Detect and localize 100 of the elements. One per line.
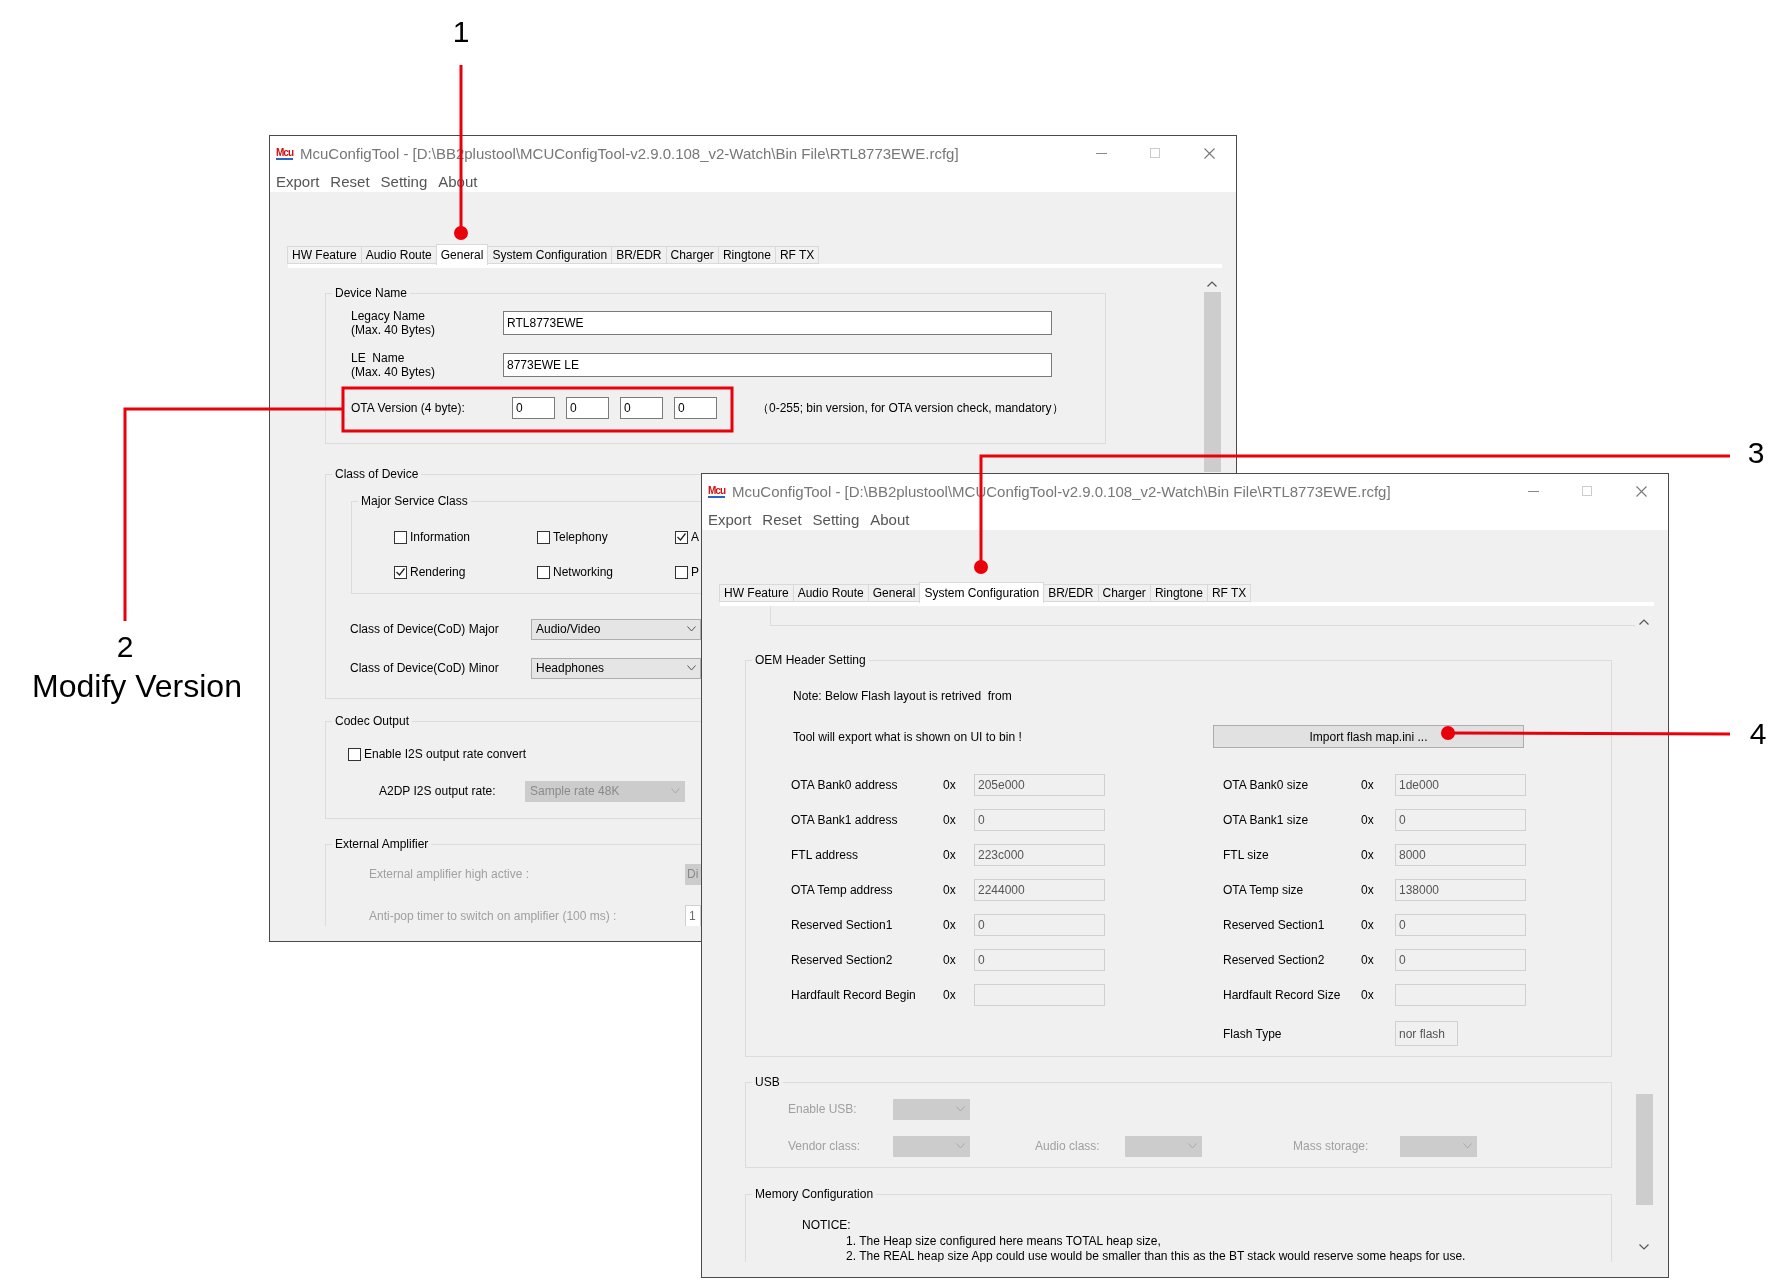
tab[interactable]: General xyxy=(867,584,921,602)
menu-item[interactable]: Setting xyxy=(380,172,428,190)
checkbox[interactable] xyxy=(394,530,407,544)
field-label: OTA Bank1 address xyxy=(791,813,899,827)
checkbox[interactable] xyxy=(348,747,361,761)
text-field[interactable]: 138000 xyxy=(1395,879,1526,901)
caret-icon xyxy=(687,665,696,671)
field-label: Flash Type xyxy=(1223,1026,1283,1041)
text-field[interactable]: 0 xyxy=(974,949,1105,971)
field-label: Reserved Section2 xyxy=(1223,953,1326,967)
text-field[interactable]: 0 xyxy=(974,809,1105,831)
field-label: OTA Version (4 byte): xyxy=(351,401,465,415)
caret-icon xyxy=(1463,1143,1472,1149)
text-field[interactable]: 0 xyxy=(974,914,1105,936)
field-label: FTL size xyxy=(1223,848,1270,862)
menu-item[interactable]: Export xyxy=(276,172,320,190)
checkbox[interactable] xyxy=(537,530,550,544)
field-label: Reserved Section1 xyxy=(1223,918,1326,932)
tab[interactable]: HW Feature xyxy=(719,584,794,602)
field-label: Class of Device(CoD) Major xyxy=(350,622,499,636)
scroll-up-icon[interactable] xyxy=(1207,281,1217,287)
callout-number: 4 xyxy=(1749,719,1767,749)
note-text: Tool will export what is shown on UI to bin ! xyxy=(793,729,1022,744)
tab[interactable]: General xyxy=(435,244,489,265)
tab[interactable]: Ringtone xyxy=(717,246,776,264)
text-field[interactable]: 0 xyxy=(620,397,663,419)
text-field[interactable]: RTL8773EWE xyxy=(503,311,1052,335)
group-title: Major Service Class xyxy=(360,494,469,508)
close-icon[interactable] xyxy=(1203,147,1215,159)
tab[interactable]: Charger xyxy=(665,246,719,264)
group-title: Memory Configuration xyxy=(754,1187,875,1201)
tab[interactable]: BR/EDR xyxy=(611,246,667,264)
callout-number: 1 xyxy=(452,17,470,47)
field-label: Vendor class: xyxy=(788,1139,862,1153)
menu-item[interactable]: Export xyxy=(708,510,752,528)
scroll-up-icon[interactable] xyxy=(1639,619,1649,625)
text-field[interactable]: 0 xyxy=(1395,949,1526,971)
menu-item[interactable]: Reset xyxy=(330,172,370,190)
callout-number: 3 xyxy=(1747,438,1765,468)
hex-prefix: 0x xyxy=(1361,778,1375,792)
tab[interactable]: System Configuration xyxy=(919,582,1045,603)
tab[interactable]: Charger xyxy=(1097,584,1151,602)
text-field[interactable]: 205e000 xyxy=(974,774,1105,796)
scrollbar-thumb[interactable] xyxy=(1636,1094,1653,1205)
field-label: OTA Bank0 address xyxy=(791,778,899,792)
menu-item[interactable]: Setting xyxy=(812,510,860,528)
field-label: Hardfault Record Begin xyxy=(791,988,917,1002)
import-button[interactable]: Import flash map.ini ... xyxy=(1213,725,1524,748)
caret-icon xyxy=(687,626,696,632)
field-label: Anti-pop timer to switch on amplifier (100 ms) : xyxy=(369,909,617,923)
note-text: Note: Below Flash layout is retrived from xyxy=(793,689,1012,703)
checkbox-label: Enable I2S output rate convert xyxy=(364,747,527,761)
field-label: A2DP I2S output rate: xyxy=(379,784,496,798)
tab[interactable]: BR/EDR xyxy=(1043,584,1099,602)
tab[interactable]: Ringtone xyxy=(1149,584,1208,602)
callout-number: 2 xyxy=(116,632,134,662)
tab[interactable]: Audio Route xyxy=(360,246,437,264)
minimize-icon[interactable] xyxy=(1527,490,1539,492)
group-title: Device Name xyxy=(334,286,409,300)
text-field[interactable] xyxy=(1395,984,1526,1006)
text-field[interactable]: 2244000 xyxy=(974,879,1105,901)
scrollbar-thumb[interactable] xyxy=(1204,292,1221,472)
checkbox[interactable] xyxy=(537,565,550,579)
menu-item[interactable]: Reset xyxy=(762,510,802,528)
tab[interactable]: Audio Route xyxy=(792,584,869,602)
tab[interactable]: RF TX xyxy=(774,246,820,264)
field-label: LE Name (Max. 40 Bytes) xyxy=(351,351,436,379)
text-field[interactable]: 223c000 xyxy=(974,844,1105,866)
text-field[interactable]: 0 xyxy=(674,397,717,419)
text-field[interactable]: 0 xyxy=(566,397,609,419)
checkbox[interactable] xyxy=(675,530,688,544)
dropdown[interactable]: Headphones xyxy=(531,657,701,679)
checkbox-label: Rendering xyxy=(410,565,466,579)
text-field[interactable]: 1de000 xyxy=(1395,774,1526,796)
checkbox[interactable] xyxy=(394,565,407,579)
field-label: Hardfault Record Size xyxy=(1223,988,1342,1002)
caret-icon xyxy=(956,1106,965,1112)
scroll-down-icon[interactable] xyxy=(1639,1244,1649,1250)
dropdown[interactable]: Audio/Video xyxy=(531,618,701,640)
checkbox-label: Networking xyxy=(553,565,614,579)
text-field[interactable]: nor flash xyxy=(1395,1021,1458,1046)
field-label: OTA Temp address xyxy=(791,883,894,897)
minimize-icon[interactable] xyxy=(1095,152,1107,154)
text-field[interactable]: 8000 xyxy=(1395,844,1526,866)
tab[interactable]: RF TX xyxy=(1206,584,1252,602)
text-field[interactable]: 8773EWE LE xyxy=(503,353,1052,377)
close-icon[interactable] xyxy=(1635,485,1647,497)
checkbox-label: A xyxy=(691,530,699,544)
menu-item[interactable]: About xyxy=(870,510,910,528)
field-label: External amplifier high active : xyxy=(369,867,530,881)
tab[interactable]: System Configuration xyxy=(487,246,613,264)
checkbox[interactable] xyxy=(675,565,688,579)
notice-heading: NOTICE: xyxy=(802,1218,851,1232)
text-field[interactable] xyxy=(974,984,1105,1006)
tab[interactable]: HW Feature xyxy=(287,246,362,264)
text-field[interactable]: 0 xyxy=(1395,809,1526,831)
group-title: Class of Device xyxy=(334,467,420,481)
hex-prefix: 0x xyxy=(943,778,957,792)
text-field[interactable]: 0 xyxy=(512,397,555,419)
text-field[interactable]: 0 xyxy=(1395,914,1526,936)
